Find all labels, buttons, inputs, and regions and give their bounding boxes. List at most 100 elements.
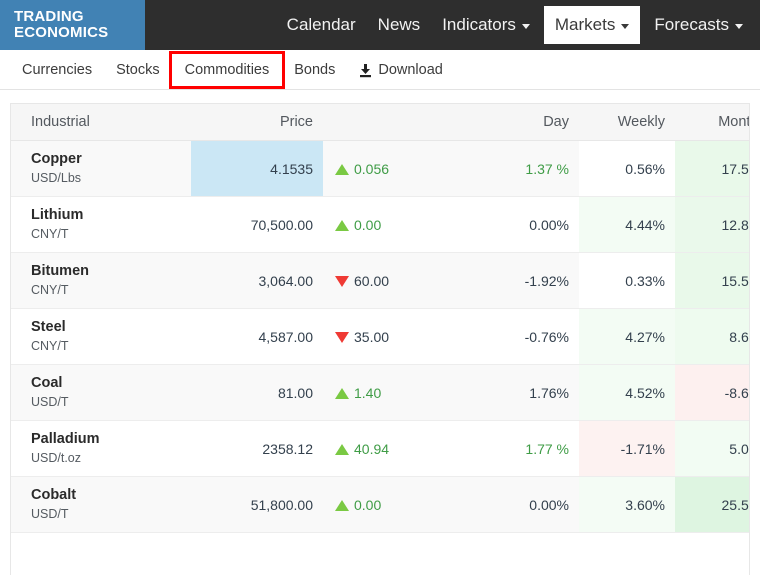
arrow-up-icon: [335, 443, 349, 455]
table-row[interactable]: Lithium CNY/T 70,500.00 0.00 0.00%4.44%12.80…: [11, 196, 749, 253]
cell-price[interactable]: 4.1535: [191, 140, 323, 197]
change-value: 35.00: [354, 328, 390, 345]
change-value: 0.00: [354, 496, 382, 513]
cell-monthly-change: 15.54%: [675, 252, 749, 309]
cell-change: 40.94: [323, 420, 455, 477]
subnav-item-bonds[interactable]: Bonds: [282, 55, 347, 85]
column-header-industrial[interactable]: Industrial: [11, 104, 191, 141]
table-body: Copper USD/Lbs 4.1535 0.056 1.37 %0.56%17.57…: [11, 140, 749, 533]
subnav-item-download[interactable]: Download: [347, 55, 455, 85]
logo-line-1: TRADING: [14, 8, 84, 25]
table-row[interactable]: CoalUSD/T81.001.401.76%4.52%-8.61%-0.27%…: [11, 364, 749, 421]
cell-commodity-name[interactable]: Lithium CNY/T: [11, 196, 191, 253]
cell-weekly-change: 4.44%: [579, 196, 675, 253]
subnav-item-stocks[interactable]: Stocks: [104, 55, 172, 85]
column-header-day[interactable]: Day: [455, 104, 579, 141]
cell-price[interactable]: 51,800.00: [191, 476, 323, 533]
commodity-unit: CNY/T: [31, 339, 69, 353]
topnav-item-label: Markets: [554, 15, 616, 34]
cell-change: 0.00: [323, 476, 455, 533]
arrow-up-icon: [335, 163, 349, 175]
topnav-item-label: Indicators: [442, 15, 516, 34]
top-nav-items: Calendar News Indicators Markets Forecasts: [145, 0, 760, 50]
cell-monthly-change: 25.58%: [675, 476, 749, 533]
commodities-table-container: Industrial Price Day Weekly Monthly YTD …: [10, 103, 750, 575]
cell-price[interactable]: 3,064.00: [191, 252, 323, 309]
subnav-item-label: Currencies: [22, 61, 93, 78]
commodity-symbol: Cobalt: [31, 487, 77, 503]
chevron-down-icon: [621, 24, 630, 29]
topnav-item-label: Forecasts: [654, 15, 729, 34]
commodity-unit: CNY/T: [31, 283, 69, 297]
arrow-up-icon: [335, 219, 349, 231]
topnav-item-calendar[interactable]: Calendar: [276, 2, 367, 48]
cell-day-change: 1.37 %: [455, 140, 579, 197]
cell-monthly-change: 12.80%: [675, 196, 749, 253]
cell-day-change: -0.76%: [455, 308, 579, 365]
change-value: 1.40: [354, 384, 382, 401]
cell-change: 0.00: [323, 196, 455, 253]
download-icon: [359, 63, 372, 78]
arrow-down-icon: [335, 275, 349, 287]
topnav-item-label: Calendar: [286, 15, 356, 34]
cell-weekly-change: 4.52%: [579, 364, 675, 421]
cell-commodity-name[interactable]: Copper USD/Lbs: [11, 140, 191, 197]
cell-change: 0.056: [323, 140, 455, 197]
table-row[interactable]: Bitumen CNY/T 3,064.00 60.00 -1.92% 0.33% 15.5…: [11, 252, 749, 309]
cell-monthly-change: -8.61%: [675, 364, 749, 421]
commodity-unit: USD/T: [31, 395, 69, 409]
subnav-item-label: Commodities: [184, 61, 270, 78]
table-row[interactable]: Cobalt USD/T 51,800.00 0.00 0.00%3.60%25.58%…: [11, 476, 749, 533]
topnav-item-indicators[interactable]: Indicators: [431, 2, 541, 48]
topnav-item-news[interactable]: News: [367, 2, 432, 48]
arrow-down-icon: [335, 331, 349, 343]
chevron-down-icon: [521, 24, 530, 29]
subnav-item-commodities[interactable]: Commodities: [168, 50, 286, 89]
cell-price[interactable]: 2358.12: [191, 420, 323, 477]
cell-weekly-change: 3.60%: [579, 476, 675, 533]
change-value: 0.00: [354, 216, 382, 233]
commodity-unit: USD/t.oz: [31, 451, 82, 465]
table-row[interactable]: Palladium USD/t.oz 2358.12 40.94 1.77 % -1.71…: [11, 420, 749, 477]
table-header: Industrial Price Day Weekly Monthly YTD …: [11, 104, 749, 141]
cell-commodity-name[interactable]: Palladium USD/t.oz: [11, 420, 191, 477]
cell-commodity-name[interactable]: Cobalt USD/T: [11, 476, 191, 533]
cell-weekly-change: 0.56%: [579, 140, 675, 197]
chevron-down-icon: [735, 24, 743, 29]
column-header-price[interactable]: Price: [191, 104, 323, 141]
cell-price[interactable]: 4,587.00: [191, 308, 323, 365]
cell-day-change: 1.76%: [455, 364, 579, 421]
cell-day-change: 0.00%: [455, 476, 579, 533]
sub-navigation-bar: Currencies Stocks Commodities Bonds Download: [0, 50, 760, 90]
change-value: 0.056: [354, 160, 390, 177]
commodity-symbol: Copper: [31, 151, 82, 167]
table-row[interactable]: Copper USD/Lbs 4.1535 0.056 1.37 %0.56%17.57…: [11, 140, 749, 197]
cell-weekly-change: -1.71%: [579, 420, 675, 477]
cell-change: 60.00: [323, 252, 455, 309]
cell-change: 1.40: [323, 364, 455, 421]
cell-change: 35.00: [323, 308, 455, 365]
topnav-item-label: News: [377, 15, 421, 34]
subnav-item-currencies[interactable]: Currencies: [10, 55, 104, 85]
table-row[interactable]: SteelCNY/T4,587.0035.00-0.76%4.27%8.65%8…: [11, 308, 749, 365]
logo-line-2: ECONOMICS: [14, 24, 109, 41]
change-value: 40.94: [354, 440, 390, 457]
cell-commodity-name[interactable]: Coal USD/T: [11, 364, 191, 421]
column-header-monthly[interactable]: Monthly: [675, 104, 749, 141]
commodity-unit: USD/Lbs: [31, 171, 82, 185]
commodity-unit: CNY/T: [31, 227, 69, 241]
cell-weekly-change: 0.33%: [579, 252, 675, 309]
commodity-symbol: Bitumen: [31, 263, 89, 279]
cell-commodity-name[interactable]: Steel CNY/T: [11, 308, 191, 365]
cell-day-change: -1.92%: [455, 252, 579, 309]
trading-economics-logo[interactable]: TRADING ECONOMICS: [0, 0, 145, 50]
cell-commodity-name[interactable]: Bitumen CNY/T: [11, 252, 191, 309]
cell-price[interactable]: 70,500.00: [191, 196, 323, 253]
top-navigation-bar: TRADING ECONOMICS Calendar News Indicators…: [0, 0, 760, 50]
commodity-symbol: Coal: [31, 375, 63, 391]
column-header-weekly[interactable]: Weekly: [579, 104, 675, 141]
topnav-item-forecasts[interactable]: Forecasts: [643, 2, 754, 48]
column-header-change[interactable]: [323, 104, 455, 141]
topnav-item-markets[interactable]: Markets: [543, 6, 641, 44]
cell-price[interactable]: 81.00: [191, 364, 323, 421]
